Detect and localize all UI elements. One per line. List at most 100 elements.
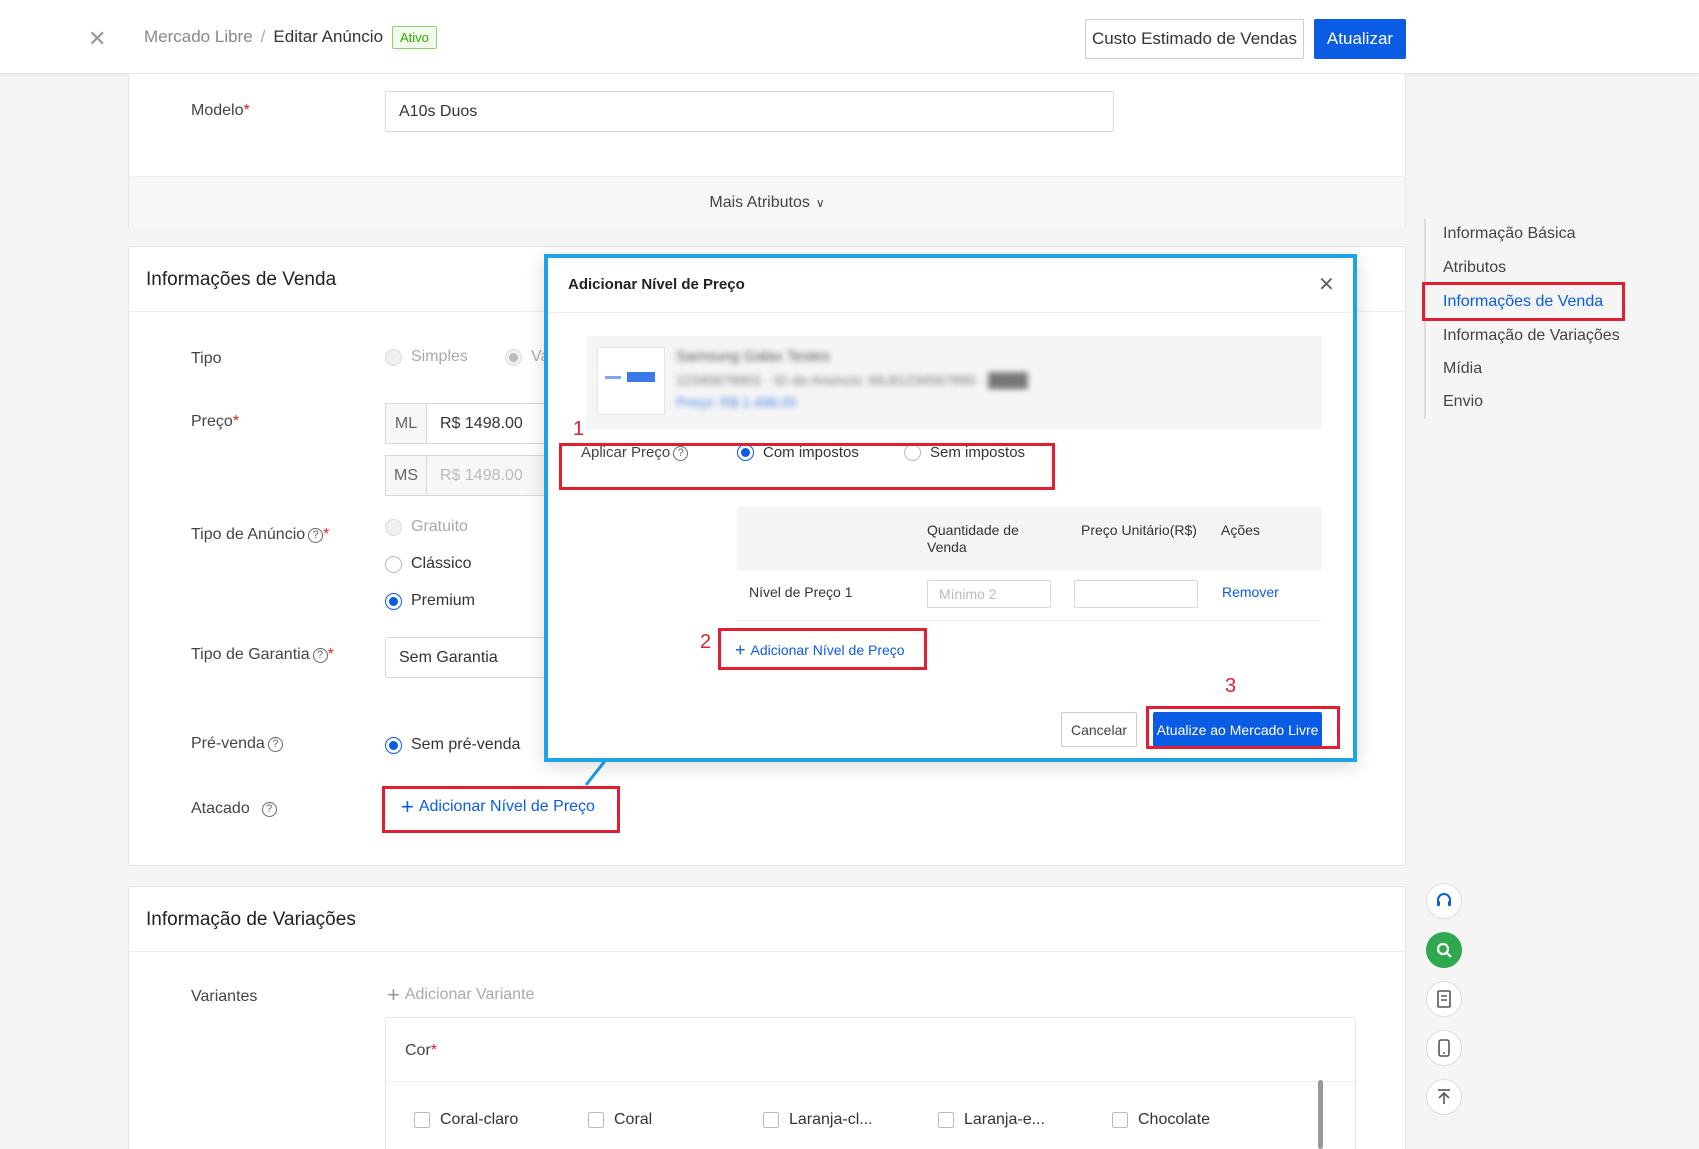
help-icon[interactable]: ? [308,528,324,543]
more-attributes-toggle[interactable]: Mais Atributos ∨ [129,176,1405,228]
presale-none-radio[interactable]: Sem pré-venda [385,736,520,754]
breadcrumb-root[interactable]: Mercado Libre [144,27,253,46]
cancel-button[interactable]: Cancelar [1061,712,1137,747]
nav-shipping[interactable]: Envio [1443,393,1483,411]
price-label: Preço* [191,413,240,430]
add-price-level-button[interactable]: + Adicionar Nível de Preço [401,796,595,818]
model-label: Modelo* [191,102,250,119]
help-icon[interactable]: ? [267,737,283,752]
type-variation-radio[interactable]: Va [505,348,549,366]
listing-classic-radio[interactable]: Clássico [385,555,471,573]
plus-icon: + [401,794,414,819]
listing-classic-label: Clássico [411,555,472,572]
nav-attributes[interactable]: Atributos [1443,259,1506,277]
price-ml-input[interactable]: R$ 1498.00 [426,403,546,444]
checkbox-icon [588,1112,604,1128]
variations-title: Informação de Variações [146,909,356,930]
divider [386,1081,1355,1082]
min-quantity-input[interactable]: Mínimo 2 [927,580,1051,608]
breadcrumb-separator: / [260,27,266,46]
color-option-label: Chocolate [1138,1111,1211,1128]
listing-type-label: Tipo de Anúncio? * [191,526,330,543]
color-option-label: Coral-claro [440,1111,519,1128]
top-header: ✕ Mercado Libre / Editar Anúncio Ativo Cus… [0,0,1699,74]
color-option[interactable]: Laranja-e... [938,1111,1045,1129]
color-option-label: Laranja-e... [964,1111,1045,1128]
blurred-product-price: Preço: R$ 1.498,00 [676,394,797,410]
help-icon[interactable]: ? [312,648,328,663]
divider [129,951,1405,952]
close-icon[interactable]: ✕ [88,26,106,52]
nav-sales-info[interactable]: Informações de Venda [1443,293,1603,311]
with-tax-label: Com impostos [763,444,859,461]
color-variant-box: Cor* Coral-claro Coral Laranja-cl... Lar… [385,1017,1356,1149]
back-to-top-icon[interactable] [1426,1079,1462,1115]
chevron-down-icon: ∨ [815,195,825,210]
type-label: Tipo [191,350,222,367]
listing-premium-label: Premium [411,592,476,609]
annotation-step-1: 1 [573,418,585,440]
checkbox-icon [938,1112,954,1128]
price-level-table-header: Quantidade de Venda Preço Unitário(R$) A… [737,506,1322,570]
sales-info-title: Informações de Venda [146,269,337,290]
model-input[interactable]: A10s Duos [385,91,1114,132]
price-ml-prefix: ML [385,403,427,444]
nav-variations-info[interactable]: Informação de Variações [1443,327,1620,345]
variants-label: Variantes [191,988,258,1005]
product-thumbnail [597,347,665,415]
presale-none-label: Sem pré-venda [411,736,521,753]
without-tax-label: Sem impostos [930,444,1026,461]
blurred-product-meta: 12345678901 · ID do Anúncio: MLB12345678… [676,372,1028,388]
variants-scrollbar[interactable] [1318,1080,1323,1149]
add-price-level-label: Adicionar Nível de Preço [418,798,595,815]
with-tax-radio[interactable]: Com impostos [737,444,859,461]
help-icon[interactable]: ? [673,446,689,461]
col-actions: Ações [1221,522,1260,538]
listing-free-radio[interactable]: Gratuito [385,518,468,536]
radio-icon [737,444,754,461]
modal-add-price-level-button[interactable]: + Adicionar Nível de Preço [735,641,905,659]
warranty-select[interactable]: Sem Garantia [385,637,547,678]
annotation-step-2: 2 [700,631,712,653]
close-icon[interactable]: ✕ [1318,272,1335,297]
remove-link[interactable]: Remover [1222,584,1279,600]
radio-icon [385,348,402,366]
color-label: Cor* [405,1042,438,1059]
estimate-costs-button[interactable]: Custo Estimado de Vendas [1085,19,1304,59]
apply-price-label: Aplicar Preço? [581,444,689,461]
help-icon[interactable]: ? [261,802,277,817]
modal-add-price-level-label: Adicionar Nível de Preço [750,642,905,658]
col-unit-price: Preço Unitário(R$) [1081,522,1197,538]
attributes-card: Modelo* A10s Duos Mais Atributos ∨ [128,74,1406,228]
blurred-product-name: Samsung Galax Testes [676,348,830,365]
annotation-step-3: 3 [1225,675,1237,697]
without-tax-radio[interactable]: Sem impostos [904,444,1025,461]
submit-to-mercado-livre-button[interactable]: Atualize ao Mercado Livre [1153,712,1322,747]
support-headset-icon[interactable] [1426,883,1462,919]
color-option[interactable]: Chocolate [1112,1111,1210,1129]
color-option[interactable]: Coral [588,1111,652,1129]
radio-icon [385,592,402,610]
radio-icon [385,736,402,754]
breadcrumb: Mercado Libre / Editar Anúncio [144,27,383,47]
nav-media[interactable]: Mídia [1443,360,1482,378]
add-variant-button[interactable]: + Adicionar Variante [387,984,534,1006]
color-option[interactable]: Coral-claro [414,1111,518,1129]
phone-icon[interactable] [1426,1030,1462,1066]
price-ms-prefix: MS [385,455,427,496]
search-icon[interactable] [1426,932,1462,968]
more-attributes-label: Mais Atributos [709,193,810,211]
modal-title: Adicionar Nível de Preço [568,276,745,293]
nav-basic-info[interactable]: Informação Básica [1443,225,1576,243]
type-simple-label: Simples [411,348,468,365]
color-option-label: Laranja-cl... [789,1111,873,1128]
type-simple-radio[interactable]: Simples [385,348,468,366]
product-summary: Samsung Galax Testes 12345678901 · ID do… [586,336,1322,430]
document-icon[interactable] [1426,981,1462,1017]
price-ms-input[interactable]: R$ 1498.00 [426,455,546,496]
color-option[interactable]: Laranja-cl... [763,1111,873,1129]
listing-premium-radio[interactable]: Premium [385,592,475,610]
color-option-label: Coral [614,1111,653,1128]
update-button[interactable]: Atualizar [1314,19,1406,59]
unit-price-input[interactable] [1074,580,1198,608]
